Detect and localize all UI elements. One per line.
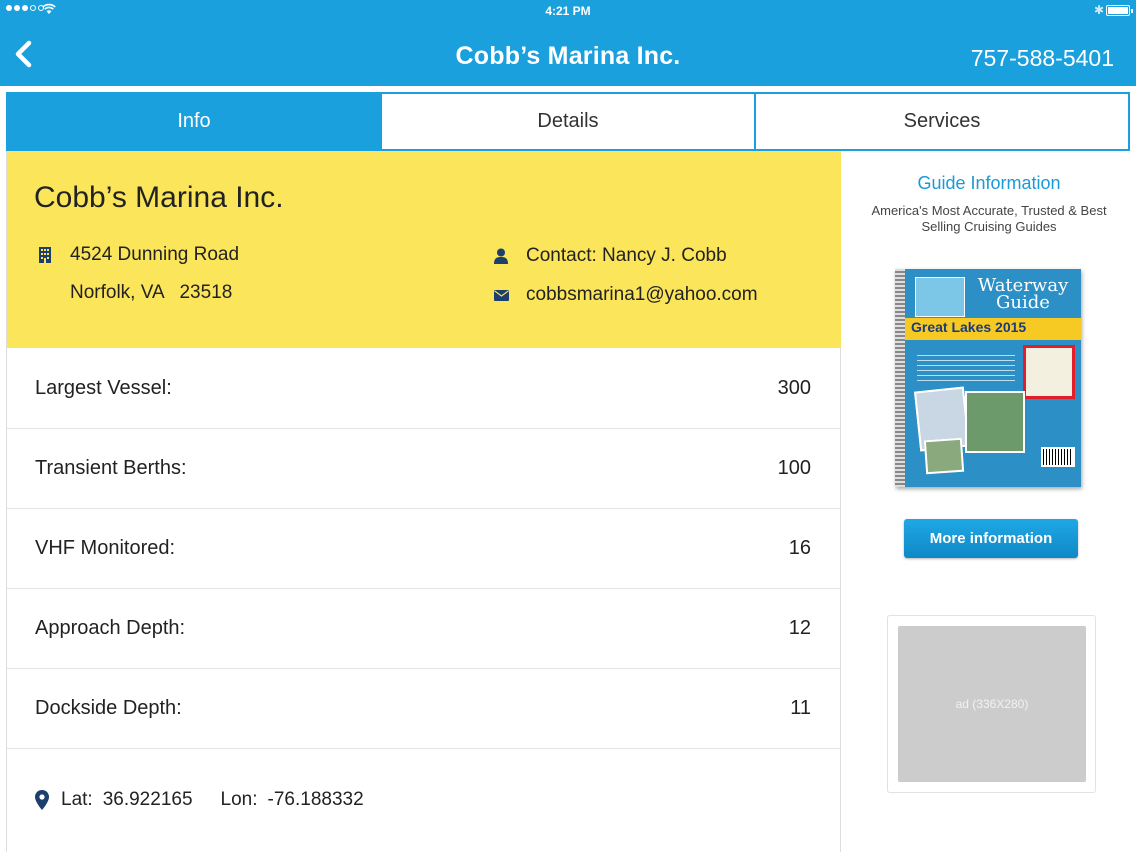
book-band-title: Great Lakes 2015 [911,319,1027,335]
contact-line: Contact: Nancy J. Cobb [491,245,727,267]
info-panel: Cobb’s Marina Inc. 4524 Dunning Road Nor… [6,151,841,852]
marina-name: Cobb’s Marina Inc. [34,181,284,214]
book-spiral [895,269,905,487]
longitude-label: Lon: [220,789,258,810]
stat-row-dockside-depth: Dockside Depth: 11 [7,669,841,749]
coordinates[interactable]: Lat: 36.922165 Lon: -76.188332 [35,789,364,811]
tab-details[interactable]: Details [380,94,754,149]
battery-icon [1106,5,1133,16]
stat-label: Dockside Depth: [35,697,182,719]
stat-value: 12 [788,617,811,639]
latitude-value: 36.922165 [102,789,193,810]
book-brand: Waterway Guide [977,275,1069,313]
more-information-button[interactable]: More information [904,519,1078,558]
guide-book-cover[interactable]: Waterway Guide Great Lakes 2015 [895,269,1081,487]
tab-bar: Info Details Services [6,92,1130,151]
address-line-2: Norfolk, VA 23518 [70,282,232,304]
address-line-1: 4524 Dunning Road [35,244,239,266]
stat-row-transient-berths: Transient Berths: 100 [7,429,841,509]
building-icon [35,245,55,265]
map-pin-icon [35,790,49,810]
address-city: Norfolk, VA 23518 [70,282,233,303]
book-text-lines [917,355,1015,385]
phone-link[interactable]: 757-588-5401 [971,45,1114,72]
guide-sidebar: Guide Information America's Most Accurat… [842,151,1136,852]
stat-row-largest-vessel: Largest Vessel: 300 [7,349,841,429]
ad-placeholder[interactable]: ad (336X280) [898,626,1086,782]
guide-subtitle: America's Most Accurate, Trusted & Best … [871,203,1107,234]
book-band: Great Lakes 2015 [905,318,1081,340]
stat-value: 300 [777,377,811,399]
stat-row-vhf-monitored: VHF Monitored: 16 [7,509,841,589]
book-photo [923,437,965,475]
person-icon [491,246,511,266]
stat-label: Largest Vessel: [35,377,172,399]
stat-value: 100 [777,457,811,479]
navigation-bar: Cobb’s Marina Inc. 757-588-5401 [0,22,1136,86]
status-bar: 4:21 PM ✱ [0,0,1136,22]
page-title: Cobb’s Marina Inc. [455,42,681,70]
marina-header-card: Cobb’s Marina Inc. 4524 Dunning Road Nor… [7,151,841,348]
stat-label: VHF Monitored: [35,537,176,559]
guide-title: Guide Information [917,173,1061,193]
address-street: 4524 Dunning Road [70,244,240,265]
longitude-value: -76.188332 [267,789,364,810]
stat-value: 16 [788,537,811,559]
stat-label: Transient Berths: [35,457,187,479]
envelope-icon [491,285,511,305]
stat-label: Approach Depth: [35,617,186,639]
tab-services[interactable]: Services [754,94,1128,149]
latitude-label: Lat: [61,789,93,810]
tab-info[interactable]: Info [8,94,380,149]
email-line[interactable]: cobbsmarina1@yahoo.com [491,284,758,306]
ad-frame: ad (336X280) [887,615,1096,793]
book-barcode [1041,447,1075,467]
book-photo [965,391,1025,453]
book-inset-map [1023,345,1075,399]
contact-name: Contact: Nancy J. Cobb [526,245,727,266]
bluetooth-icon: ✱ [1094,3,1105,17]
stat-row-approach-depth: Approach Depth: 12 [7,589,841,669]
stat-value: 11 [790,697,811,719]
status-time: 4:21 PM [545,4,591,18]
book-map-graphic [915,277,965,317]
email-link[interactable]: cobbsmarina1@yahoo.com [526,284,758,306]
